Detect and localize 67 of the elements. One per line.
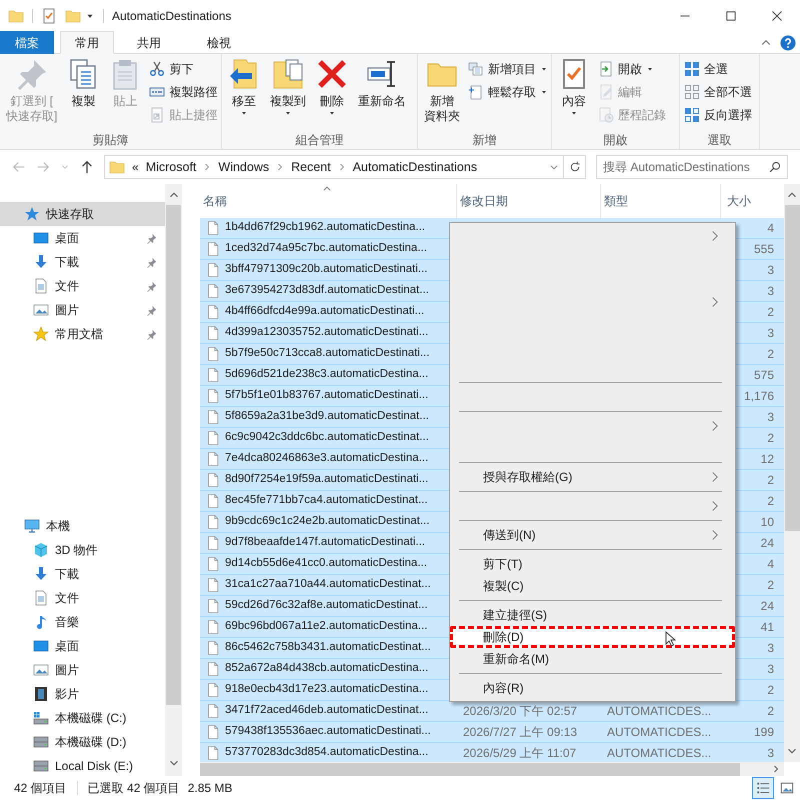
file-name: 69bc96bd067a11e2.automaticDestina...	[225, 619, 428, 634]
file-name: 5f8659a2a31be3d9.automaticDestinat...	[225, 409, 429, 424]
file-size: 41	[760, 619, 774, 636]
file-size: 3	[767, 325, 774, 342]
file-size: 2	[767, 430, 774, 447]
file-size: 2	[767, 577, 774, 594]
file-type: AUTOMATICDES...	[607, 725, 712, 739]
file-name: 7e4dca80246863e3.automaticDestina...	[225, 451, 428, 466]
file-name: 573770283dc3d854.automaticDestina...	[225, 745, 428, 760]
file-size: 10	[760, 514, 774, 531]
selection-size: 2.85 MB	[188, 780, 232, 797]
file-name: 5b7f9e50c713cca8.automaticDestinati...	[225, 346, 430, 362]
file-name: 6c9c9042c3ddc6bc.automaticDestinat...	[225, 430, 429, 446]
file-name: 1b4dd67f29cb1962.automaticDestina...	[225, 220, 426, 236]
file-name: 4b4ff66dfcd4e99a.automaticDestinati...	[225, 304, 424, 320]
file-name: 5d696d521de238c3.automaticDestina...	[225, 367, 428, 382]
file-name: 852a672a84d438cb.automaticDestina...	[225, 661, 428, 676]
selection-count: 已選取 42 個項目	[88, 780, 180, 797]
group-label: 選取	[708, 132, 732, 149]
file-size: 199	[754, 724, 774, 741]
file-size: 555	[754, 241, 774, 258]
file-name: 86c5462c758b3431.automaticDestinat...	[225, 640, 431, 656]
file-size: 3	[767, 283, 774, 300]
file-size: 3	[767, 745, 774, 762]
file-name: 31ca1c27aa710a44.automaticDestinat...	[225, 577, 431, 592]
window-title: AutomaticDestinations	[112, 8, 232, 25]
file-size: 3	[767, 262, 774, 279]
group-label: 開啟	[604, 132, 628, 149]
file-size: 3	[767, 661, 774, 678]
file-size: 24	[760, 535, 774, 552]
modified-date: 2026/3/20 下午 02:57	[463, 704, 578, 718]
file-name: 1ced32d74a95c7bc.automaticDestina...	[225, 241, 428, 256]
file-name: 3471f72aced46deb.automaticDestinat...	[225, 703, 428, 718]
file-name: 3bff47971309c20b.automaticDestinati...	[225, 262, 428, 278]
file-size: 12	[760, 451, 774, 468]
group-label: 新增	[472, 132, 496, 149]
file-size: 2	[767, 304, 774, 321]
file-name: 8d90f7254e19f59a.automaticDestinati...	[225, 472, 428, 488]
file-name: 918e0ecb43d17e23.automaticDestina...	[225, 682, 428, 698]
file-name: 9d7f8beaafde147f.automaticDestinati...	[225, 535, 426, 550]
file-type: AUTOMATICDES...	[607, 704, 712, 718]
file-size: 2	[767, 493, 774, 510]
file-size: 3	[767, 409, 774, 426]
file-name: 4d399a123035752.automaticDestinati...	[225, 325, 428, 340]
file-size: 2	[767, 703, 774, 720]
modified-date: 2026/7/27 上午 09:13	[463, 725, 578, 739]
group-label: 剪貼簿	[92, 132, 128, 149]
file-name: 8ec45fe771bb7ca4.automaticDestinat...	[225, 493, 428, 508]
file-size: 4	[767, 556, 774, 573]
file-size: 24	[760, 598, 774, 615]
file-size: 2	[767, 472, 774, 489]
item-count: 42 個項目	[14, 780, 67, 797]
file-size: 2	[767, 682, 774, 699]
file-size: 3	[767, 640, 774, 657]
file-name: 3e673954273d83df.automaticDestinat...	[225, 283, 429, 298]
file-size: 4	[767, 220, 774, 237]
file-size: 2	[767, 346, 774, 363]
file-type: AUTOMATICDES...	[607, 746, 712, 760]
modified-date: 2026/5/29 上午 11:07	[463, 746, 576, 760]
file-size: 1,176	[744, 388, 774, 405]
file-name: 9b9cdc69c1c24e2b.automaticDestinat...	[225, 514, 430, 530]
file-name: 9d14cb55d6e41cc0.automaticDestina...	[225, 556, 428, 572]
file-size: 575	[754, 367, 774, 384]
file-name: 59cd26d76c32af8e.automaticDestinat...	[225, 598, 428, 614]
file-name: 5f7b5f1e01b83767.automaticDestinati...	[225, 388, 428, 404]
file-name: 579438f135536aec.automaticDestinati...	[225, 724, 431, 740]
group-label: 組合管理	[296, 132, 344, 149]
